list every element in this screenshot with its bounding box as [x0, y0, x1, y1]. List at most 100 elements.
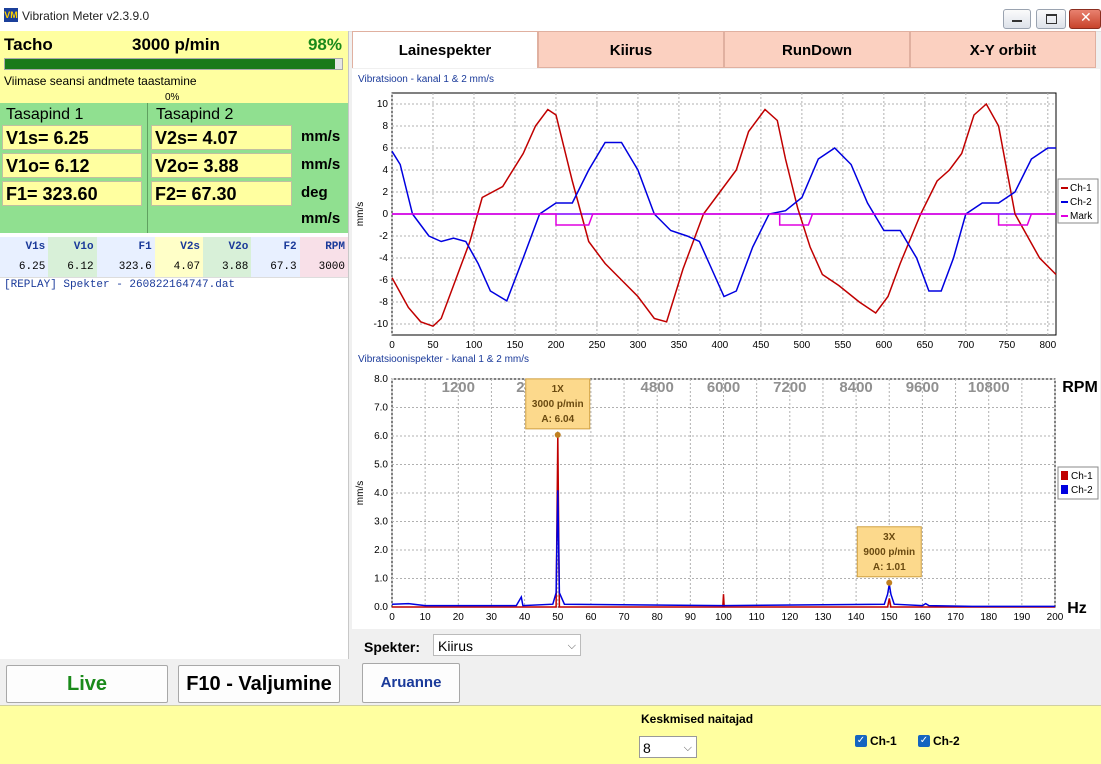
summary-header-cell: V2s [154, 237, 204, 257]
maximize-icon [1046, 14, 1057, 24]
tab-rundown[interactable]: RunDown [724, 31, 910, 68]
spektr-label: Spekter: [364, 639, 421, 655]
summary-value-cell: 4.07 [154, 257, 204, 278]
y-tick-label: 7.0 [374, 403, 388, 414]
replay-log: [REPLAY] Spekter - 260822164747.dat [4, 279, 236, 291]
rpm-tick-label: 7200 [773, 379, 806, 396]
spectrum-controls: Spekter: Kiirus ⌵ Aruanne [352, 629, 1100, 705]
y-tick-label: 6 [382, 143, 388, 154]
tacho-progress-fill [5, 59, 336, 69]
x-tick-label: 0 [389, 340, 395, 351]
tab-lainespekter[interactable]: Lainespekter [352, 31, 538, 68]
x-tick-label: 750 [998, 340, 1015, 351]
x-tick-label: 170 [947, 612, 964, 623]
x-tick-label: 50 [427, 340, 439, 351]
peak-annotation-text: 3X [883, 532, 896, 543]
x-tick-label: 300 [630, 340, 647, 351]
x-tick-label: 160 [914, 612, 931, 623]
report-button[interactable]: Aruanne [362, 663, 460, 703]
x-tick-label: 0 [389, 612, 395, 623]
summary-header-cell: F1 [96, 237, 155, 257]
x-tick-label: 350 [671, 340, 688, 351]
legend-label: Ch-2 [1071, 485, 1093, 496]
summary-header-cell: V2o [203, 237, 252, 257]
x-tick-label: 800 [1039, 340, 1056, 351]
summary-header-cell: V1s [0, 237, 49, 257]
peak-annotation-text: 1X [552, 384, 565, 395]
x-tick-label: 700 [957, 340, 974, 351]
plane-divider [147, 103, 148, 233]
left-panel: Tacho 3000 p/min 98% Viimase seansi andm… [0, 31, 349, 659]
spektr-select[interactable]: Kiirus ⌵ [433, 634, 581, 656]
summary-value-row: 6.25 6.12 323.6 4.07 3.88 67.3 3000 [0, 257, 348, 278]
tab-bar: Lainespekter Kiirus RunDown X-Y orbiit [352, 31, 1100, 69]
x-tick-label: 60 [585, 612, 597, 623]
x-tick-label: 150 [507, 340, 524, 351]
y-tick-label: 8 [382, 121, 388, 132]
y-tick-label: 3.0 [374, 517, 388, 528]
y-tick-label: 1.0 [374, 574, 388, 585]
x-tick-label: 100 [715, 612, 732, 623]
maximize-button[interactable] [1036, 9, 1066, 29]
x-tick-label: 500 [794, 340, 811, 351]
waveform-chart-title: Vibratsioon - kanal 1 & 2 mm/s [358, 74, 494, 85]
y-tick-label: 5.0 [374, 460, 388, 471]
x-tick-label: 200 [548, 340, 565, 351]
y-tick-label: 0.0 [374, 602, 388, 613]
status-message: Viimase seansi andmete taastamine [4, 74, 197, 88]
ch1-checkbox[interactable]: ✓ [855, 735, 867, 747]
y-axis-label: mm/s [355, 481, 366, 505]
summary-value-cell: 3000 [299, 257, 348, 278]
window-title: Vibration Meter v2.3.9.0 [22, 9, 150, 23]
x-tick-label: 400 [712, 340, 729, 351]
tacho-panel: Tacho 3000 p/min 98% Viimase seansi andm… [0, 31, 348, 103]
x-tick-label: 450 [753, 340, 770, 351]
tacho-label: Tacho [4, 35, 53, 54]
x-tick-label: 150 [881, 612, 898, 623]
legend-label: Ch-2 [1070, 197, 1092, 208]
chevron-down-icon: ⌵ [567, 640, 576, 652]
minimize-icon [1012, 20, 1022, 22]
peak-annotation-text: A: 1.01 [873, 562, 906, 573]
x-tick-label: 130 [815, 612, 832, 623]
tab-xy-orbiit[interactable]: X-Y orbiit [910, 31, 1096, 68]
x-tick-label: 110 [749, 612, 765, 623]
ch2-checkbox[interactable]: ✓ [918, 735, 930, 747]
averaging-select[interactable]: 8 ⌵ [639, 736, 697, 758]
x-tick-label: 90 [685, 612, 697, 623]
balance-planes: Tasapind 1 Tasapind 2 V1s= 6.25 V1o= 6.1… [0, 103, 348, 233]
y-tick-label: -8 [379, 297, 388, 308]
x-tick-label: 80 [652, 612, 664, 623]
averaging-label: Keskmised naitajad [641, 712, 754, 726]
peak-marker [554, 431, 561, 438]
tab-kiirus[interactable]: Kiirus [538, 31, 724, 68]
x-tick-label: 180 [980, 612, 997, 623]
x-tick-label: 250 [589, 340, 606, 351]
rpm-tick-label: 9600 [906, 379, 939, 396]
x-tick-label: 40 [519, 612, 531, 623]
x-tick-label: 550 [835, 340, 852, 351]
y-tick-label: 4 [382, 165, 388, 176]
legend-label: Ch-1 [1070, 183, 1092, 194]
rpm-tick-label: 8400 [839, 379, 872, 396]
legend-swatch [1061, 485, 1068, 494]
y-tick-label: 6.0 [374, 431, 388, 442]
unit-label: mm/s [301, 156, 341, 173]
v2o-value: V2o= 3.88 [151, 153, 292, 178]
close-button[interactable]: ✕ [1069, 9, 1101, 29]
x-tick-label: 70 [618, 612, 630, 623]
x-tick-label: 140 [848, 612, 865, 623]
plane1-title: Tasapind 1 [6, 106, 84, 123]
live-button[interactable]: Live [6, 665, 168, 703]
checkmark-icon: ✓ [919, 735, 929, 746]
tacho-percent: 98% [307, 35, 342, 54]
x-tick-label: 100 [466, 340, 483, 351]
status-percent: 0% [165, 92, 180, 103]
x-tick-label: 30 [486, 612, 498, 623]
exit-button[interactable]: F10 - Valjumine [178, 665, 340, 703]
rpm-tick-label: 6000 [707, 379, 740, 396]
minimize-button[interactable] [1003, 9, 1031, 29]
summary-value-cell: 6.12 [48, 257, 97, 278]
x-tick-label: 50 [552, 612, 564, 623]
ch1-checkbox-label: Ch-1 [870, 734, 897, 748]
